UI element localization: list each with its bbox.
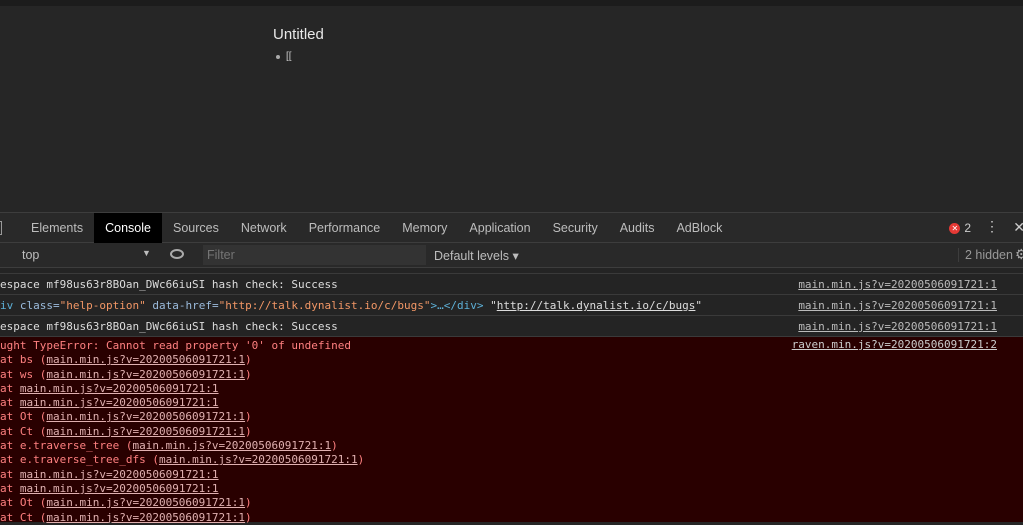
stack-text: ) <box>245 424 252 438</box>
log-attr-value: "http://talk.dynalist.io/c/bugs" <box>218 299 431 312</box>
stack-text: ) <box>331 439 338 453</box>
error-count: 2 <box>964 221 971 235</box>
tab-audits[interactable]: Audits <box>609 213 666 243</box>
log-row: iv class="help-option" data-href="http:/… <box>0 295 1023 316</box>
error-count-badge[interactable]: ✕ 2 <box>949 221 971 235</box>
source-link[interactable]: main.min.js?v=20200506091721:1 <box>798 274 997 295</box>
document-title[interactable]: Untitled <box>273 26 324 43</box>
stack-frame: at main.min.js?v=20200506091721:1 <box>0 482 1023 496</box>
stack-text: at Ot ( <box>0 410 47 424</box>
stack-source-link[interactable]: main.min.js?v=20200506091721:1 <box>46 410 245 423</box>
log-link[interactable]: http://talk.dynalist.io/c/bugs <box>497 299 696 312</box>
stack-source-link[interactable]: main.min.js?v=20200506091721:1 <box>46 425 245 438</box>
log-text: " <box>483 299 497 312</box>
context-selector[interactable]: top <box>22 248 39 262</box>
gear-icon[interactable]: ⚙ <box>1015 246 1023 263</box>
log-attr: class= <box>19 299 60 312</box>
stack-text: ) <box>245 353 252 367</box>
stack-frame: at e.traverse_tree_dfs (main.min.js?v=20… <box>0 453 1023 467</box>
error-message: ught TypeError: Cannot read property '0'… <box>0 337 1023 525</box>
log-attr-value: "help-option" <box>59 299 146 312</box>
filter-input[interactable] <box>203 245 426 265</box>
list-item[interactable]: [[ <box>276 51 292 62</box>
tab-security[interactable]: Security <box>542 213 609 243</box>
stack-frame: at main.min.js?v=20200506091721:1 <box>0 382 1023 396</box>
stack-text: ) <box>245 510 252 524</box>
stack-source-link[interactable]: main.min.js?v=20200506091721:1 <box>20 468 219 481</box>
log-message: espace mf98us63r8BOan_DWc66iuSI hash che… <box>0 320 338 333</box>
stack-frame: at Ot (main.min.js?v=20200506091721:1) <box>0 496 1023 510</box>
log-levels-dropdown[interactable]: Default levels ▾ <box>434 248 519 263</box>
more-options-icon[interactable]: ⋮ <box>985 218 999 235</box>
tab-application[interactable]: Application <box>458 213 541 243</box>
stack-text: at <box>0 467 20 481</box>
log-tag[interactable]: >…</div> <box>431 299 484 312</box>
log-attr: data-href= <box>145 299 219 312</box>
stack-text: at Ct ( <box>0 510 47 524</box>
tab-network[interactable]: Network <box>230 213 298 243</box>
stack-text: at e.traverse_tree ( <box>0 439 133 453</box>
close-icon[interactable]: ✕ <box>1013 219 1023 236</box>
log-message: espace mf98us63r8BOan_DWc66iuSI hash che… <box>0 278 338 291</box>
tab-performance[interactable]: Performance <box>298 213 392 243</box>
stack-frame: at Ot (main.min.js?v=20200506091721:1) <box>0 410 1023 424</box>
tab-sources[interactable]: Sources <box>162 213 230 243</box>
log-tag[interactable]: iv <box>0 299 20 312</box>
log-text: " <box>695 299 703 312</box>
log-row: espace mf98us63r8BOan_DWc66iuSI hash che… <box>0 316 1023 337</box>
stack-source-link[interactable]: main.min.js?v=20200506091721:1 <box>20 482 219 495</box>
stack-source-link[interactable]: main.min.js?v=20200506091721:1 <box>20 396 219 409</box>
stack-source-link[interactable]: main.min.js?v=20200506091721:1 <box>159 453 358 466</box>
stack-frame: at main.min.js?v=20200506091721:1 <box>0 396 1023 410</box>
source-link[interactable]: main.min.js?v=20200506091721:1 <box>798 316 997 337</box>
devtools-panel: Elements Console Sources Network Performance… <box>0 212 1023 525</box>
devtools-tab-bar: Elements Console Sources Network Performance… <box>0 212 1023 243</box>
stack-source-link[interactable]: main.min.js?v=20200506091721:1 <box>132 439 331 452</box>
stack-frame: at e.traverse_tree (main.min.js?v=202005… <box>0 439 1023 453</box>
browser-top-strip <box>0 0 1023 6</box>
stack-text: ) <box>245 496 252 510</box>
tab-adblock[interactable]: AdBlock <box>665 213 733 243</box>
stack-frame: at Ct (main.min.js?v=20200506091721:1) <box>0 511 1023 525</box>
stack-text: at e.traverse_tree_dfs ( <box>0 453 159 467</box>
stack-text: ) <box>245 410 252 424</box>
console-log: espace mf98us63r8BOan_DWc66iuSI hash che… <box>0 268 1023 525</box>
stack-text: at <box>0 381 20 395</box>
stack-frame: at ws (main.min.js?v=20200506091721:1) <box>0 368 1023 382</box>
source-link[interactable]: raven.min.js?v=20200506091721:2 <box>792 338 997 351</box>
stack-source-link[interactable]: main.min.js?v=20200506091721:1 <box>46 368 245 381</box>
stack-frame: at bs (main.min.js?v=20200506091721:1) <box>0 353 1023 367</box>
stack-text: ) <box>245 367 252 381</box>
stack-text: ) <box>357 453 365 467</box>
stack-frame: at Ct (main.min.js?v=20200506091721:1) <box>0 425 1023 439</box>
tab-memory[interactable]: Memory <box>391 213 458 243</box>
dropdown-arrow-icon[interactable]: ▼ <box>142 248 151 258</box>
stack-frame: at main.min.js?v=20200506091721:1 <box>0 468 1023 482</box>
stack-source-link[interactable]: main.min.js?v=20200506091721:1 <box>46 511 245 524</box>
device-toolbar-icon[interactable] <box>0 221 2 235</box>
stack-source-link[interactable]: main.min.js?v=20200506091721:1 <box>20 382 219 395</box>
stack-text: at Ot ( <box>0 496 47 510</box>
source-link[interactable]: main.min.js?v=20200506091721:1 <box>798 295 997 316</box>
tab-console[interactable]: Console <box>94 212 162 243</box>
stack-source-link[interactable]: main.min.js?v=20200506091721:1 <box>46 496 245 509</box>
bullet-icon <box>276 54 280 59</box>
stack-text: at ws ( <box>0 367 47 381</box>
hidden-count: 2 hidden <box>958 248 1013 262</box>
log-levels-label: Default levels <box>434 249 510 263</box>
stack-text: at Ct ( <box>0 424 47 438</box>
eye-icon[interactable] <box>170 249 184 259</box>
stack-text: at bs ( <box>0 353 47 367</box>
error-icon: ✕ <box>949 222 961 234</box>
log-row: espace mf98us63r8BOan_DWc66iuSI hash che… <box>0 274 1023 295</box>
stack-source-link[interactable]: main.min.js?v=20200506091721:1 <box>46 353 245 366</box>
console-toolbar: top ▼ Default levels ▾ 2 hidden ⚙ <box>0 243 1023 268</box>
stack-text: at <box>0 396 20 410</box>
list-item-text[interactable]: [[ <box>286 51 292 62</box>
tab-elements[interactable]: Elements <box>20 213 94 243</box>
stack-text: at <box>0 481 20 495</box>
